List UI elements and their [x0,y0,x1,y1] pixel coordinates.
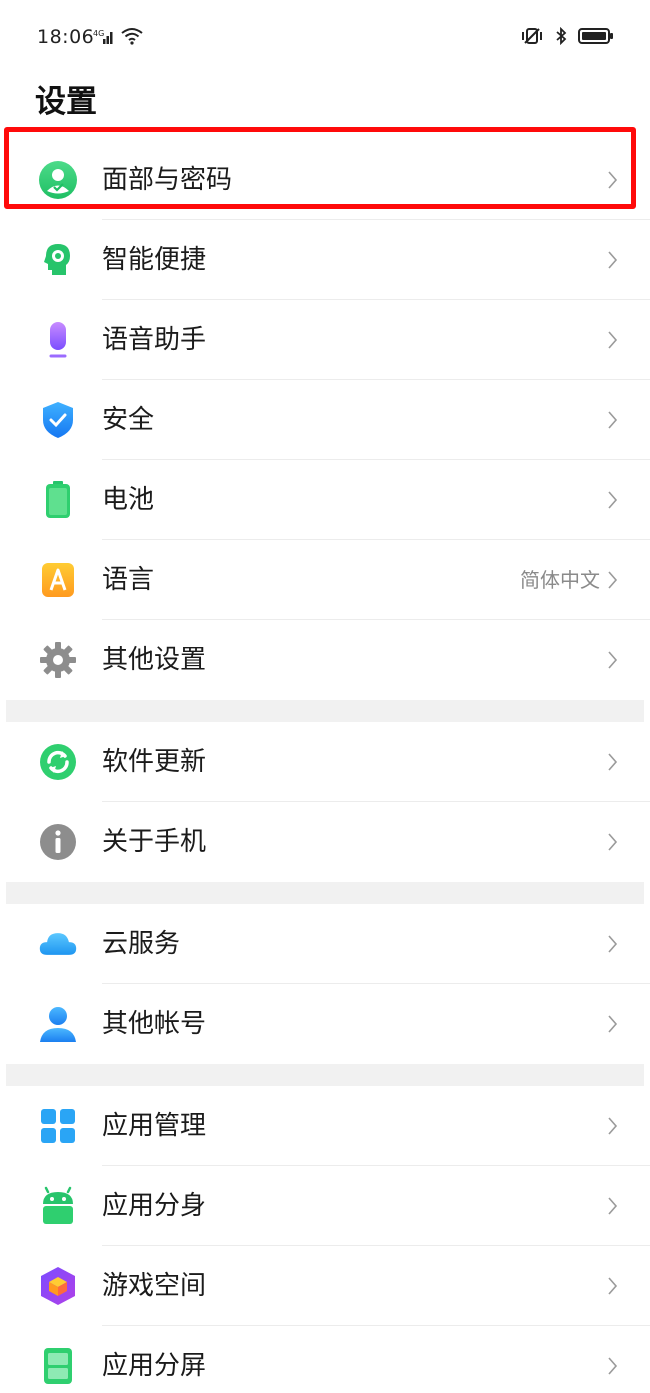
vibrate-icon [522,28,542,44]
chevron-right-icon [608,1197,618,1215]
chevron-right-icon [608,1357,618,1375]
settings-item-cloud-service[interactable]: 云服务 [0,904,650,984]
battery-status-icon [578,28,613,44]
settings-item-label: 应用分屏 [102,1351,207,1381]
face-user-icon [38,160,78,200]
chevron-right-icon [608,651,618,669]
person-icon [38,1004,78,1044]
settings-item-about-phone[interactable]: 关于手机 [0,802,650,882]
game-cube-icon [38,1266,78,1306]
android-clone-icon [38,1186,78,1226]
language-a-icon [38,560,78,600]
microphone-icon [38,320,78,360]
chevron-right-icon [608,491,618,509]
section-separator [6,700,644,722]
settings-item-other-accounts[interactable]: 其他帐号 [0,984,650,1064]
settings-item-face-password[interactable]: 面部与密码 [0,140,650,220]
cloud-icon [38,924,78,964]
chevron-right-icon [608,935,618,953]
settings-item-security[interactable]: 安全 [0,380,650,460]
section-separator [6,882,644,904]
settings-item-label: 应用管理 [102,1111,207,1141]
section-separator [6,1064,644,1086]
settings-item-label: 其他帐号 [102,1009,207,1039]
app-grid-icon [38,1106,78,1146]
settings-item-app-clone[interactable]: 应用分身 [0,1166,650,1246]
settings-item-label: 关于手机 [102,827,207,857]
chevron-right-icon [608,251,618,269]
chevron-right-icon [608,1015,618,1033]
settings-item-label: 智能便捷 [102,245,207,275]
chevron-right-icon [608,1277,618,1295]
settings-item-label: 其他设置 [102,645,207,675]
settings-item-app-management[interactable]: 应用管理 [0,1086,650,1166]
chevron-right-icon [608,171,618,189]
chevron-right-icon [608,571,618,589]
settings-item-label: 安全 [102,405,155,435]
shield-check-icon [38,400,78,440]
settings-item-game-space[interactable]: 游戏空间 [0,1246,650,1326]
settings-item-label: 语言 [102,565,155,595]
chevron-right-icon [608,411,618,429]
bluetooth-icon [556,27,567,45]
split-screen-icon [38,1346,78,1386]
settings-list: 面部与密码 智能便捷 语音助手 安全 电池 语言 简体中文 其他设置 软件更新 … [0,140,650,1393]
language-value: 简体中文 [520,568,600,592]
chevron-right-icon [608,1117,618,1135]
settings-item-label: 游戏空间 [102,1271,207,1301]
smart-head-icon [38,240,78,280]
battery-icon [38,480,78,520]
settings-item-label: 应用分身 [102,1191,207,1221]
settings-item-voice-assistant[interactable]: 语音助手 [0,300,650,380]
settings-item-split-screen[interactable]: 应用分屏 [0,1326,650,1393]
info-icon [38,822,78,862]
settings-item-software-update[interactable]: 软件更新 [0,722,650,802]
status-time: 18:06 [37,26,95,48]
settings-item-label: 软件更新 [102,747,207,777]
settings-item-battery[interactable]: 电池 [0,460,650,540]
settings-item-label: 语音助手 [102,325,207,355]
settings-item-language[interactable]: 语言 简体中文 [0,540,650,620]
page-title: 设置 [35,84,97,120]
chevron-right-icon [608,833,618,851]
chevron-right-icon [608,331,618,349]
gear-icon [38,640,78,680]
status-bar: 18:06 4G [0,0,650,72]
svg-text:4G: 4G [93,29,104,38]
settings-item-label: 云服务 [102,929,181,959]
chevron-right-icon [608,753,618,771]
settings-item-label: 面部与密码 [102,165,233,195]
settings-item-label: 电池 [102,485,155,515]
wifi-icon [121,28,143,45]
signal-icon: 4G [93,29,113,44]
update-refresh-icon [38,742,78,782]
settings-item-smart-convenience[interactable]: 智能便捷 [0,220,650,300]
settings-item-other-settings[interactable]: 其他设置 [0,620,650,700]
